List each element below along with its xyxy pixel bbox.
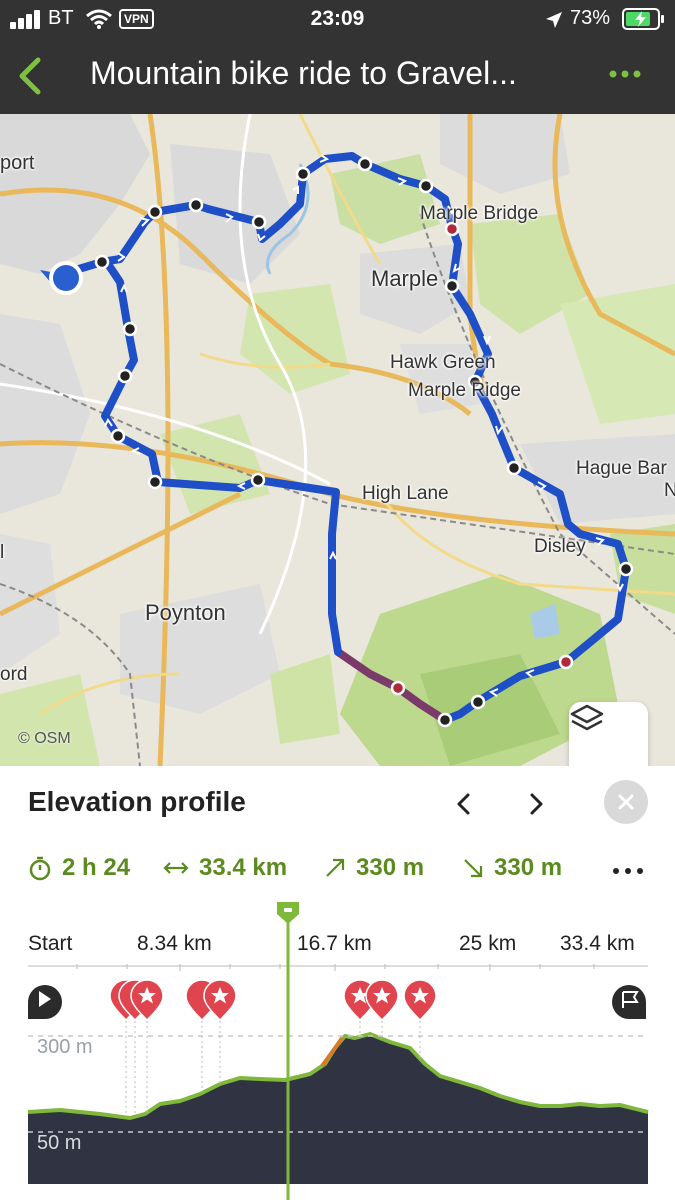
- map-canvas: [0, 114, 675, 766]
- scale-tick-3: 25 km: [459, 932, 517, 955]
- map-attribution: © OSM: [18, 730, 71, 747]
- map-label-hague-bar: Hague Bar: [576, 458, 667, 479]
- next-button[interactable]: [516, 784, 556, 824]
- map-label-marple-bridge: Marple Bridge: [420, 203, 539, 224]
- layers-icon: [570, 704, 604, 731]
- sheet-title: Elevation profile: [28, 786, 246, 817]
- stats-more-button[interactable]: [610, 860, 646, 880]
- back-button[interactable]: [14, 56, 48, 96]
- close-icon: [618, 794, 634, 810]
- stopwatch-icon: [29, 856, 51, 881]
- map-label-port: port: [0, 152, 35, 174]
- elevation-label-high: 300 m: [37, 1036, 93, 1058]
- scale-tick-1: 8.34 km: [137, 932, 212, 955]
- map-label-disley: Disley: [534, 536, 586, 557]
- more-horizontal-icon: [613, 868, 643, 874]
- previous-button[interactable]: [444, 784, 484, 824]
- finish-flag-icon: [612, 985, 646, 1019]
- map-controls: [569, 702, 648, 766]
- map-label-marple: Marple: [371, 266, 439, 291]
- poi-marker-group-3[interactable]: [343, 979, 437, 1022]
- scale-tick-2: 16.7 km: [297, 932, 372, 955]
- elevation-sheet: Elevation profile 2 h 24 33.4 km 330 m 3…: [0, 766, 675, 1200]
- map-label-hawk-green: Hawk Green: [390, 352, 496, 373]
- more-horizontal-icon: [609, 70, 641, 78]
- poi-marker-group-1[interactable]: [109, 979, 164, 1022]
- duration-value: 2 h 24: [62, 854, 131, 881]
- map-label-l: l: [0, 542, 5, 563]
- page-title: Mountain bike ride to Gravel...: [90, 55, 517, 91]
- map-label-n: N: [664, 480, 675, 501]
- battery-percentage: 73%: [570, 7, 611, 29]
- status-bar: BT VPN 23:09 73%: [0, 0, 675, 40]
- chevron-left-icon: [457, 793, 470, 815]
- chevron-left-icon: [19, 57, 41, 95]
- poi-marker-group-2[interactable]: [185, 979, 237, 1022]
- descent-arrow-icon: [464, 859, 483, 878]
- ascent-value: 330 m: [356, 854, 425, 881]
- elevation-label-low: 50 m: [37, 1132, 81, 1154]
- distance-arrows-icon: [163, 862, 189, 874]
- distance-value: 33.4 km: [199, 854, 288, 881]
- scale-start: Start: [28, 932, 73, 955]
- stat-descent: 330 m: [462, 854, 562, 882]
- stat-distance: 33.4 km: [163, 854, 287, 882]
- chevron-right-icon: [530, 793, 543, 815]
- close-button[interactable]: [604, 780, 648, 824]
- route-stats: 2 h 24 33.4 km 330 m 330 m: [28, 854, 648, 886]
- map-label-high-lane: High Lane: [362, 483, 449, 504]
- ascent-arrow-icon: [326, 858, 345, 877]
- map-label-poynton: Poynton: [145, 600, 226, 625]
- battery-charging-icon: [622, 8, 664, 30]
- stat-duration: 2 h 24: [28, 854, 130, 882]
- elevation-chart[interactable]: 300 m 50 m: [0, 964, 675, 1200]
- top-bar: BT VPN 23:09 73% Mountain bike ride to G…: [0, 0, 675, 114]
- position-cursor-handle[interactable]: [274, 900, 302, 1200]
- distance-scale: Start 8.34 km 16.7 km 25 km 33.4 km: [0, 928, 675, 968]
- location-arrow-icon: [546, 12, 562, 28]
- stat-ascent: 330 m: [324, 854, 424, 882]
- map-layers-button[interactable]: [569, 702, 648, 766]
- map-label-ord: ord: [0, 664, 28, 685]
- map-label-marple-ridge: Marple Ridge: [408, 380, 521, 401]
- start-marker-icon: [28, 985, 62, 1019]
- more-options-button[interactable]: [605, 62, 645, 86]
- scale-end: 33.4 km: [560, 932, 635, 955]
- descent-value: 330 m: [494, 854, 563, 881]
- map-view[interactable]: port Marple Bridge Marple Hawk Green Mar…: [0, 114, 675, 766]
